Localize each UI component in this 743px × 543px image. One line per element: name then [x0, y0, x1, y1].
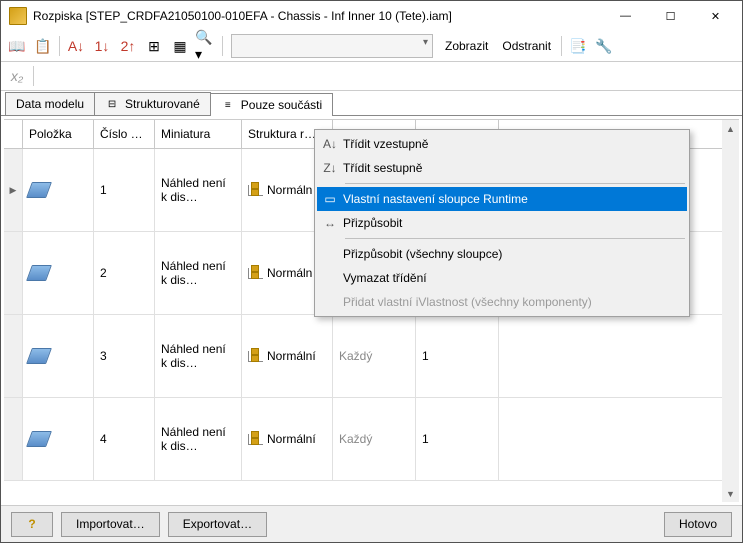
- main-toolbar: 📖 📋 A↓ 1↓ 2↑ ⊞ ▦ 🔍▾ Zobrazit Odstranit 📑…: [1, 31, 742, 62]
- remove-button[interactable]: Odstranit: [496, 39, 557, 53]
- table-row[interactable]: 3 Náhled není k dis… Normální Každý 1: [4, 315, 739, 398]
- menu-fit-all[interactable]: Přizpůsobit (všechny sloupce): [317, 242, 687, 266]
- tree-icon: ⊟: [105, 97, 119, 111]
- columns-icon[interactable]: ▦: [168, 34, 192, 58]
- part-icon: [26, 265, 52, 281]
- cell-cislo: 2: [94, 232, 155, 314]
- part-icon: [26, 348, 52, 364]
- cell-jednotka: Každý: [333, 315, 416, 397]
- sort-desc-icon[interactable]: 1↓: [90, 34, 114, 58]
- table-row[interactable]: 4 Náhled není k dis… Normální Každý 1: [4, 398, 739, 481]
- tab-parts-only[interactable]: ≡ Pouze součásti: [210, 93, 333, 116]
- cell-miniatura: Náhled není k dis…: [155, 398, 242, 480]
- menu-sort-asc[interactable]: A↓Třídit vzestupně: [317, 132, 687, 156]
- settings-icon: ▭: [317, 192, 343, 206]
- list-icon: ≡: [221, 98, 235, 112]
- cell-polozka: [23, 398, 94, 480]
- export-button[interactable]: Exportovat…: [168, 512, 267, 537]
- structure-icon: [248, 268, 263, 279]
- cell-miniatura: Náhled není k dis…: [155, 232, 242, 314]
- menu-fit[interactable]: ↔Přizpůsobit: [317, 211, 687, 235]
- tab-row: Data modelu ⊟ Strukturované ≡ Pouze součás…: [1, 91, 742, 116]
- separator: [222, 36, 223, 56]
- tab-label: Data modelu: [16, 97, 84, 111]
- cell-cislo: 4: [94, 398, 155, 480]
- part-icon: [26, 431, 52, 447]
- menu-add-iproperty: Přidat vlastní iVlastnost (všechny kompo…: [317, 290, 687, 314]
- tab-label: Pouze součásti: [241, 98, 322, 112]
- cell-miniatura: Náhled není k dis…: [155, 149, 242, 231]
- maximize-button[interactable]: ☐: [648, 2, 693, 31]
- group-icon[interactable]: ⊞: [142, 34, 166, 58]
- row-indicator: [4, 315, 23, 397]
- tab-data-model[interactable]: Data modelu: [5, 92, 95, 115]
- scroll-up-icon[interactable]: ▲: [722, 120, 739, 137]
- row-indicator: [4, 232, 23, 314]
- titlebar: Rozpiska [STEP_CRDFA21050100-010EFA - Ch…: [1, 1, 742, 31]
- col-polozka[interactable]: Položka: [23, 120, 94, 148]
- sort-desc-icon: Z↓: [317, 161, 343, 175]
- menu-sort-desc[interactable]: Z↓Třídit sestupně: [317, 156, 687, 180]
- sort-num-icon[interactable]: 2↑: [116, 34, 140, 58]
- cell-polozka: [23, 232, 94, 314]
- tool1-icon[interactable]: 📑: [566, 34, 590, 58]
- tab-label: Strukturované: [125, 97, 200, 111]
- zoom-icon[interactable]: 🔍▾: [194, 34, 218, 58]
- help-icon: ?: [28, 517, 35, 531]
- menu-clear-sort[interactable]: Vymazat třídění: [317, 266, 687, 290]
- row-header-corner: [4, 120, 23, 148]
- structure-icon: [248, 434, 263, 445]
- cell-jednotka: Každý: [333, 398, 416, 480]
- scroll-down-icon[interactable]: ▼: [722, 485, 739, 502]
- part-icon: [26, 182, 52, 198]
- col-cislo[interactable]: Číslo …: [94, 120, 155, 148]
- sort-asc-icon: A↓: [317, 137, 343, 151]
- separator: [33, 66, 34, 86]
- separator: [59, 36, 60, 56]
- cell-polozka: [23, 315, 94, 397]
- cell-cislo: 1: [94, 149, 155, 231]
- copy-icon[interactable]: 📋: [31, 34, 55, 58]
- cell-struktura: Normální: [242, 398, 333, 480]
- window: Rozpiska [STEP_CRDFA21050100-010EFA - Ch…: [0, 0, 743, 543]
- show-button[interactable]: Zobrazit: [439, 39, 494, 53]
- footer: ? Importovat… Exportovat… Hotovo: [1, 505, 742, 542]
- context-menu: A↓Třídit vzestupně Z↓Třídit sestupně ▭Vl…: [314, 129, 690, 317]
- col-miniatura[interactable]: Miniatura: [155, 120, 242, 148]
- done-button[interactable]: Hotovo: [664, 512, 732, 537]
- structure-icon: [248, 351, 263, 362]
- row-indicator: [4, 398, 23, 480]
- cell-polozka: [23, 149, 94, 231]
- cell-mnozstvi: 1: [416, 398, 499, 480]
- structure-icon: [248, 185, 263, 196]
- minimize-button[interactable]: —: [603, 2, 648, 31]
- close-button[interactable]: ✕: [693, 2, 738, 31]
- menu-custom-column[interactable]: ▭Vlastní nastavení sloupce Runtime: [317, 187, 687, 211]
- vertical-scrollbar[interactable]: ▲ ▼: [722, 120, 739, 502]
- filter-dropdown[interactable]: [231, 34, 433, 58]
- cell-struktura: Normální: [242, 315, 333, 397]
- cell-mnozstvi: 1: [416, 315, 499, 397]
- cell-miniatura: Náhled není k dis…: [155, 315, 242, 397]
- window-title: Rozpiska [STEP_CRDFA21050100-010EFA - Ch…: [33, 9, 603, 23]
- book-icon[interactable]: 📖: [5, 34, 29, 58]
- row-indicator: ▶: [4, 149, 23, 231]
- fit-icon: ↔: [317, 216, 343, 230]
- fx-icon[interactable]: x₂: [5, 64, 29, 88]
- tab-structured[interactable]: ⊟ Strukturované: [94, 92, 211, 115]
- cell-cislo: 3: [94, 315, 155, 397]
- menu-separator: [345, 183, 685, 184]
- tool2-icon[interactable]: 🔧: [592, 34, 616, 58]
- sort-asc-icon[interactable]: A↓: [64, 34, 88, 58]
- menu-separator: [345, 238, 685, 239]
- separator: [561, 36, 562, 56]
- formula-bar: x₂: [1, 62, 742, 91]
- app-icon: [9, 7, 27, 25]
- help-button[interactable]: ?: [11, 512, 53, 537]
- import-button[interactable]: Importovat…: [61, 512, 160, 537]
